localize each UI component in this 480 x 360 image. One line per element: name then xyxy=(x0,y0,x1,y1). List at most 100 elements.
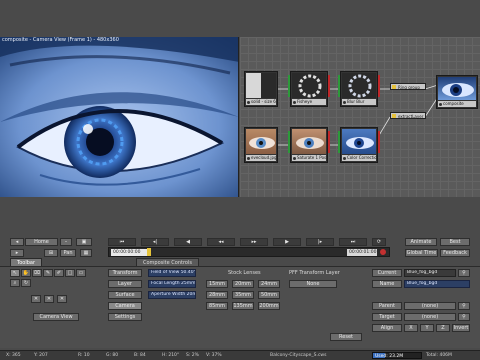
camera-icon-button[interactable]: ▣ xyxy=(76,238,92,246)
parent-label: Parent xyxy=(372,302,402,310)
lens-15mm-button[interactable]: 15mm xyxy=(206,280,228,288)
pan-button[interactable]: Pan xyxy=(60,249,76,257)
rotate-tool-icon[interactable]: ↻ xyxy=(21,279,31,287)
controls-panel: ↖ ✋ ⌧ ✎ ✐ □ ▭ ⌕ ↻ ✕ ✕ ✕ Camera View Tran… xyxy=(0,266,480,348)
current-field[interactable]: Blue_fog_bgd xyxy=(404,269,456,277)
go-start-button[interactable]: ⏮ xyxy=(108,238,136,246)
node-label: composite xyxy=(438,101,476,107)
home-button[interactable]: Home xyxy=(25,238,58,246)
align-y-button[interactable]: Y xyxy=(420,324,434,332)
status-r: R: 10 xyxy=(78,353,90,358)
pan-mode-icon[interactable]: ⊞ xyxy=(44,249,58,257)
color-node[interactable]: Color Correction xyxy=(338,127,380,163)
xform-layer-title: PFF Transform Layer xyxy=(289,270,340,276)
target-picker-icon[interactable]: ⚲ xyxy=(458,313,470,321)
playhead[interactable] xyxy=(147,248,151,256)
surface-button[interactable]: Surface xyxy=(108,291,142,299)
extract-node[interactable]: extractLayer xyxy=(390,112,426,119)
select-tool-icon[interactable]: ↖ xyxy=(10,269,20,277)
time-out-field[interactable]: 00:00:01:00 xyxy=(347,249,377,256)
blur-node[interactable]: Blur Blur xyxy=(338,71,380,107)
parent-picker-icon[interactable]: ⚲ xyxy=(458,302,470,310)
play-back-button[interactable]: ◀ xyxy=(174,238,202,246)
loop-icon[interactable]: ⟳ xyxy=(372,238,386,246)
node-label: Saturate 1 Poster xyxy=(292,155,326,161)
current-label: Current xyxy=(372,269,402,277)
composite-node[interactable]: composite xyxy=(436,75,478,109)
target-label: Target xyxy=(372,313,402,321)
time-in-field[interactable]: 00:00:00:00 xyxy=(111,249,147,256)
brush-tool-icon[interactable]: ✐ xyxy=(54,269,64,277)
parent-select[interactable]: (none) xyxy=(404,302,456,310)
name-field[interactable]: Blue_fog_bgd xyxy=(404,280,470,288)
feedback-button[interactable]: Feedback xyxy=(440,249,470,257)
current-picker-icon[interactable]: ⚲ xyxy=(458,269,470,277)
lens-28mm-button[interactable]: 28mm xyxy=(206,291,228,299)
prev-frame-button[interactable]: ◂◂ xyxy=(207,238,235,246)
camera-button[interactable]: Camera xyxy=(108,302,142,310)
lens-35mm-button[interactable]: 35mm xyxy=(232,291,254,299)
target-select[interactable]: (none) xyxy=(404,313,456,321)
camera-view-button[interactable]: Camera View xyxy=(33,313,79,321)
node-graph[interactable]: solid - size 60 Fisheye Blur Blur Ring g… xyxy=(240,37,480,197)
tab-toolbar[interactable]: Toolbar xyxy=(10,258,43,266)
move-y-button[interactable]: ✕ xyxy=(44,295,54,303)
align-invert-button[interactable]: Invert xyxy=(452,324,470,332)
aperture-field[interactable]: Aperture Width 20mm xyxy=(148,291,196,299)
move-z-button[interactable]: ✕ xyxy=(57,295,67,303)
step-forward-button[interactable]: |▸ xyxy=(306,238,334,246)
layer-button[interactable]: Layer xyxy=(108,280,142,288)
text-tool-icon[interactable]: ▭ xyxy=(76,269,86,277)
hand-tool-icon[interactable]: ✋ xyxy=(21,269,31,277)
node-label: Blur Blur xyxy=(342,99,376,105)
zoom-tool-icon[interactable]: ⌕ xyxy=(10,279,20,287)
balance-node[interactable]: Saturate 1 Poster xyxy=(288,127,330,163)
minus-button[interactable]: – xyxy=(60,238,72,246)
output-ports xyxy=(378,131,380,153)
node-label: Fisheye xyxy=(292,99,326,105)
status-x: X: 365 xyxy=(6,353,21,358)
forward-button[interactable]: ▸ xyxy=(10,249,24,257)
focal-length-field[interactable]: Focal Length 25mm xyxy=(148,280,196,288)
next-frame-button[interactable]: ▸▸ xyxy=(240,238,268,246)
back-button[interactable]: ◂ xyxy=(10,238,24,246)
pen-tool-icon[interactable]: ✎ xyxy=(43,269,53,277)
crop-tool-icon[interactable]: ⌧ xyxy=(32,269,42,277)
lens-85mm-button[interactable]: 85mm xyxy=(206,302,228,310)
xform-layer-select[interactable]: None xyxy=(289,280,337,288)
global-time-button[interactable]: Global Time xyxy=(405,249,438,257)
fisheye-node[interactable]: Fisheye xyxy=(288,71,330,107)
animate-button[interactable]: Animate xyxy=(405,238,437,246)
status-total: Total: 406M xyxy=(426,353,452,358)
transform-button[interactable]: Transform xyxy=(108,269,142,277)
ring-node[interactable]: Ring group xyxy=(390,83,426,90)
align-z-button[interactable]: Z xyxy=(436,324,450,332)
shape-tool-icon[interactable]: □ xyxy=(65,269,75,277)
solid-node[interactable]: solid - size 60 xyxy=(244,71,278,107)
play-button[interactable]: ▶ xyxy=(273,238,301,246)
camera-viewer[interactable] xyxy=(0,37,239,197)
lens-200mm-button[interactable]: 200mm xyxy=(258,302,280,310)
step-back-button[interactable]: ◂| xyxy=(141,238,169,246)
lens-20mm-button[interactable]: 20mm xyxy=(232,280,254,288)
go-end-button[interactable]: ⏭ xyxy=(339,238,367,246)
move-x-button[interactable]: ✕ xyxy=(31,295,41,303)
fov-field[interactable]: Field of View 50.40° xyxy=(148,269,196,277)
end-marker[interactable] xyxy=(380,249,386,255)
lens-135mm-button[interactable]: 135mm xyxy=(232,302,254,310)
align-x-button[interactable]: X xyxy=(404,324,418,332)
tab-composite-controls[interactable]: Composite Controls xyxy=(136,258,199,266)
timeline[interactable]: 00:00:00:00 00:00:01:00 xyxy=(108,247,390,257)
input-ports xyxy=(338,75,340,97)
status-v: V: 37% xyxy=(206,353,222,358)
grid-icon[interactable]: ▦ xyxy=(80,249,92,257)
eye-node[interactable]: evecloud.jpg xyxy=(244,127,278,163)
best-button[interactable]: Best xyxy=(440,238,470,246)
status-bar: X: 365 Y: 207 R: 10 G: 80 B: 84 H: 210° … xyxy=(0,350,480,360)
status-s: S: 2% xyxy=(186,353,199,358)
lens-24mm-button[interactable]: 24mm xyxy=(258,280,280,288)
node-connections xyxy=(278,84,439,146)
reset-button[interactable]: Reset xyxy=(330,333,362,341)
lens-50mm-button[interactable]: 50mm xyxy=(258,291,280,299)
settings-button[interactable]: Settings xyxy=(108,313,142,321)
